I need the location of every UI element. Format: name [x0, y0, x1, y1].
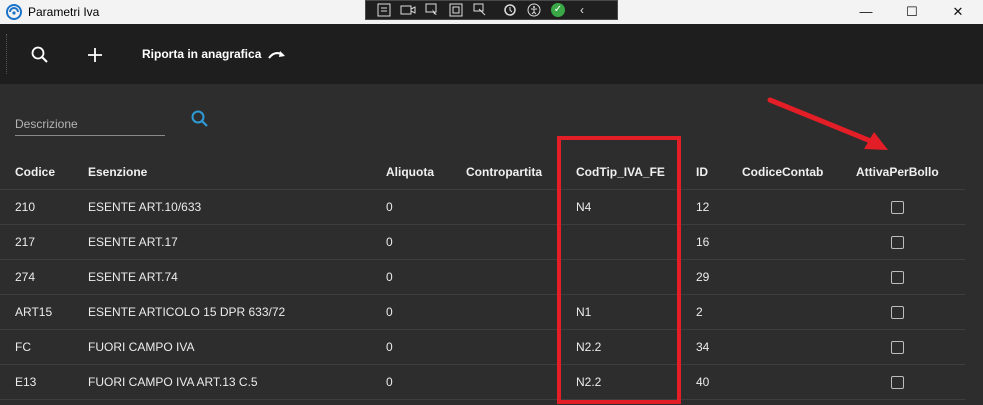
attiva-per-bollo-checkbox[interactable]	[891, 225, 904, 259]
table-row[interactable]: E13 FUORI CAMPO IVA ART.13 C.5 0 N2.2 40	[0, 365, 965, 400]
window-title: Parametri Iva	[28, 5, 100, 19]
attiva-per-bollo-checkbox[interactable]	[891, 330, 904, 364]
descrizione-input[interactable]	[15, 115, 165, 133]
cell-codice: 274	[15, 270, 36, 284]
header-id[interactable]: ID	[696, 154, 708, 189]
cell-codice: ART15	[15, 305, 53, 319]
ok-status-icon: ✓	[546, 1, 570, 19]
plus-icon[interactable]	[85, 45, 105, 65]
cell-aliquota: 0	[386, 305, 393, 319]
cell-aliquota: 0	[386, 235, 393, 249]
table-row[interactable]: 210 ESENTE ART.10/633 0 N4 12	[0, 190, 965, 225]
cell-id: 29	[696, 270, 710, 284]
search-icon[interactable]	[30, 45, 50, 65]
command-toolbar: Riporta in anagrafica	[0, 24, 983, 84]
cell-codice: 217	[15, 235, 36, 249]
cell-codice: 210	[15, 200, 36, 214]
hot-reload-icon[interactable]	[498, 1, 522, 19]
attiva-per-bollo-checkbox[interactable]	[891, 295, 904, 329]
action-label: Riporta in anagrafica	[142, 47, 262, 61]
table-row[interactable]: ART15 ESENTE ARTICOLO 15 DPR 633/72 0 N1…	[0, 295, 965, 330]
cell-aliquota: 0	[386, 340, 393, 354]
debug-toolbar: ✓ ‹	[365, 0, 618, 20]
attiva-per-bollo-checkbox[interactable]	[891, 190, 904, 224]
minimize-button[interactable]: —	[843, 0, 889, 24]
maximize-button[interactable]: ☐	[889, 0, 935, 24]
cell-aliquota: 0	[386, 270, 393, 284]
app-logo-icon	[6, 4, 22, 20]
cell-id: 16	[696, 235, 710, 249]
redo-icon	[268, 51, 286, 59]
cell-aliquota: 0	[386, 200, 393, 214]
search-go-icon[interactable]	[190, 109, 210, 129]
cell-esenzione: ESENTE ART.74	[88, 270, 178, 284]
cell-esenzione: FUORI CAMPO IVA ART.13 C.5	[88, 375, 258, 389]
cell-id: 2	[696, 305, 703, 319]
live-tree-icon[interactable]	[372, 1, 396, 19]
toolbar-grip	[6, 34, 9, 74]
cell-codice: FC	[15, 340, 31, 354]
riporta-in-anagrafica-button[interactable]: Riporta in anagrafica	[142, 47, 287, 61]
cell-id: 34	[696, 340, 710, 354]
cell-id: 12	[696, 200, 710, 214]
table-row[interactable]: 274 ESENTE ART.74 0 29	[0, 260, 965, 295]
header-contropartita[interactable]: Contropartita	[466, 154, 542, 189]
collapse-icon[interactable]: ‹	[570, 1, 594, 19]
track-focus-icon[interactable]	[468, 1, 492, 19]
highlight-box-codtip-column	[557, 136, 681, 404]
select-element-icon[interactable]	[420, 1, 444, 19]
cell-codice: E13	[15, 375, 37, 389]
attiva-per-bollo-checkbox[interactable]	[891, 365, 904, 399]
header-codice[interactable]: Codice	[15, 154, 55, 189]
attiva-per-bollo-checkbox[interactable]	[891, 260, 904, 294]
descrizione-field[interactable]	[15, 115, 165, 136]
header-esenzione[interactable]: Esenzione	[88, 154, 147, 189]
display-layout-icon[interactable]	[444, 1, 468, 19]
annotation-arrow-icon	[767, 97, 888, 150]
table-row[interactable]: 217 ESENTE ART.17 0 16	[0, 225, 965, 260]
cell-esenzione: FUORI CAMPO IVA	[88, 340, 195, 354]
header-aliquota[interactable]: Aliquota	[386, 154, 434, 189]
video-icon[interactable]	[396, 1, 420, 19]
cell-esenzione: ESENTE ART.17	[88, 235, 178, 249]
close-button[interactable]: ✕	[935, 0, 981, 24]
accessibility-icon[interactable]	[522, 1, 546, 19]
iva-grid: Codice Esenzione Aliquota Contropartita …	[0, 154, 965, 400]
table-row[interactable]: FC FUORI CAMPO IVA 0 N2.2 34	[0, 330, 965, 365]
cell-esenzione: ESENTE ARTICOLO 15 DPR 633/72	[88, 305, 286, 319]
cell-esenzione: ESENTE ART.10/633	[88, 200, 202, 214]
cell-id: 40	[696, 375, 710, 389]
cell-aliquota: 0	[386, 375, 393, 389]
